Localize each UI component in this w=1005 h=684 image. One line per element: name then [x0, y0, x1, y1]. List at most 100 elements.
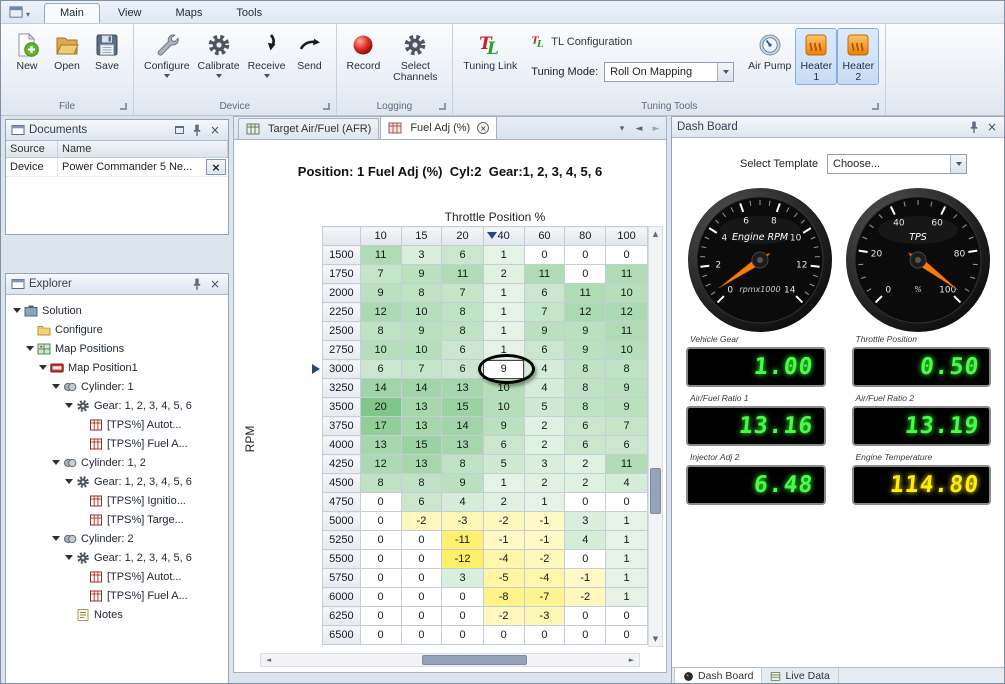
cell-3250-100[interactable]: 9: [606, 379, 648, 398]
cell-5000-80[interactable]: 3: [565, 512, 606, 531]
group-dialog-launcher-icon[interactable]: [323, 103, 330, 110]
row-header-2250[interactable]: 2250: [323, 303, 361, 322]
cell-1500-100[interactable]: 0: [606, 246, 648, 265]
cell-1750-15[interactable]: 9: [401, 265, 442, 284]
cell-5000-20[interactable]: -3: [442, 512, 483, 531]
cell-2000-100[interactable]: 10: [606, 284, 648, 303]
cell-6250-60[interactable]: -3: [524, 607, 565, 626]
cell-1500-80[interactable]: 0: [565, 246, 606, 265]
cell-1500-40[interactable]: 1: [483, 246, 524, 265]
cell-6500-15[interactable]: 0: [401, 626, 442, 645]
cell-5000-60[interactable]: -1: [524, 512, 565, 531]
row-header-4000[interactable]: 4000: [323, 436, 361, 455]
cell-4000-100[interactable]: 6: [606, 436, 648, 455]
cell-1750-40[interactable]: 2: [483, 265, 524, 284]
cell-6000-10[interactable]: 0: [360, 588, 401, 607]
tab-scroll-right-icon[interactable]: ►: [649, 122, 663, 136]
tree-item-map-position1[interactable]: Map Position1: [8, 358, 226, 377]
cell-6500-10[interactable]: 0: [360, 626, 401, 645]
cell-2000-15[interactable]: 8: [401, 284, 442, 303]
cell-5250-20[interactable]: -11: [442, 531, 483, 550]
cell-4750-10[interactable]: 0: [360, 493, 401, 512]
cell-1750-60[interactable]: 11: [524, 265, 565, 284]
cell-2500-20[interactable]: 8: [442, 322, 483, 341]
template-combo-dropdown-icon[interactable]: [950, 155, 966, 173]
heater-2-button[interactable]: Heater 2: [837, 28, 879, 85]
cell-4250-60[interactable]: 3: [524, 455, 565, 474]
cell-4000-20[interactable]: 13: [442, 436, 483, 455]
cell-4750-100[interactable]: 0: [606, 493, 648, 512]
cell-3250-20[interactable]: 13: [442, 379, 483, 398]
cell-3500-60[interactable]: 5: [524, 398, 565, 417]
horizontal-scroll-thumb[interactable]: [422, 655, 527, 665]
app-menu-caret-icon[interactable]: ▾: [26, 10, 30, 19]
cell-5750-100[interactable]: 1: [606, 569, 648, 588]
cell-2250-15[interactable]: 10: [401, 303, 442, 322]
cell-5250-10[interactable]: 0: [360, 531, 401, 550]
row-header-2500[interactable]: 2500: [323, 322, 361, 341]
group-dialog-launcher-icon[interactable]: [120, 103, 127, 110]
cell-2250-10[interactable]: 12: [360, 303, 401, 322]
dashboard-pin-icon[interactable]: [966, 120, 982, 135]
cell-4750-80[interactable]: 0: [565, 493, 606, 512]
tuning-mode-combo[interactable]: Roll On Mapping: [604, 62, 734, 82]
scroll-right-icon[interactable]: ►: [624, 654, 639, 666]
cell-3500-20[interactable]: 15: [442, 398, 483, 417]
cell-5500-80[interactable]: 0: [565, 550, 606, 569]
cell-2500-40[interactable]: 1: [483, 322, 524, 341]
cell-6000-80[interactable]: -2: [565, 588, 606, 607]
cell-2500-15[interactable]: 9: [401, 322, 442, 341]
app-tab-maps[interactable]: Maps: [160, 3, 219, 23]
documents-pin-icon[interactable]: [189, 123, 205, 138]
cell-6500-60[interactable]: 0: [524, 626, 565, 645]
cell-5750-15[interactable]: 0: [401, 569, 442, 588]
app-icon[interactable]: [9, 5, 24, 20]
cell-5500-40[interactable]: -4: [483, 550, 524, 569]
cell-5750-80[interactable]: -1: [565, 569, 606, 588]
column-header-20[interactable]: 20: [442, 227, 483, 246]
expander-expanded-icon[interactable]: [51, 382, 61, 392]
row-header-5500[interactable]: 5500: [323, 550, 361, 569]
cell-3250-40[interactable]: 10: [483, 379, 524, 398]
documents-close-icon[interactable]: ×: [207, 123, 223, 138]
tree-item-cylinder-2[interactable]: Cylinder: 2: [8, 529, 226, 548]
cell-3250-15[interactable]: 14: [401, 379, 442, 398]
tree-item-solution[interactable]: Solution: [8, 301, 226, 320]
cell-4000-10[interactable]: 13: [360, 436, 401, 455]
send-button[interactable]: Send: [290, 28, 330, 74]
cell-4250-10[interactable]: 12: [360, 455, 401, 474]
scroll-down-icon[interactable]: ▼: [649, 632, 662, 646]
cell-4250-20[interactable]: 8: [442, 455, 483, 474]
cell-2500-80[interactable]: 9: [565, 322, 606, 341]
calibrate-button[interactable]: Calibrate: [194, 28, 244, 80]
row-header-4250[interactable]: 4250: [323, 455, 361, 474]
expander-expanded-icon[interactable]: [64, 553, 74, 563]
cell-6500-80[interactable]: 0: [565, 626, 606, 645]
expander-expanded-icon[interactable]: [38, 363, 48, 373]
cell-3500-15[interactable]: 13: [401, 398, 442, 417]
cell-5000-15[interactable]: -2: [401, 512, 442, 531]
scroll-up-icon[interactable]: ▲: [649, 227, 662, 241]
tree-item-gear-1-2-3-4-5-6[interactable]: Gear: 1, 2, 3, 4, 5, 6: [8, 548, 226, 567]
row-header-5250[interactable]: 5250: [323, 531, 361, 550]
cell-2750-20[interactable]: 6: [442, 341, 483, 360]
tree-item-gear-1-2-3-4-5-6[interactable]: Gear: 1, 2, 3, 4, 5, 6: [8, 396, 226, 415]
select-channels-button[interactable]: Select Channels: [384, 28, 446, 85]
cell-6500-20[interactable]: 0: [442, 626, 483, 645]
expander-expanded-icon[interactable]: [51, 458, 61, 468]
explorer-pin-icon[interactable]: [189, 277, 205, 292]
cell-3000-15[interactable]: 7: [401, 360, 442, 379]
cell-1500-15[interactable]: 3: [401, 246, 442, 265]
group-dialog-launcher-icon[interactable]: [439, 103, 446, 110]
configure-button[interactable]: Configure: [140, 28, 194, 80]
tree-item-notes[interactable]: Notes: [8, 605, 226, 624]
row-header-4750[interactable]: 4750: [323, 493, 361, 512]
cell-2750-80[interactable]: 9: [565, 341, 606, 360]
cell-4500-60[interactable]: 2: [524, 474, 565, 493]
vertical-scroll-thumb[interactable]: [650, 468, 661, 514]
row-header-5000[interactable]: 5000: [323, 512, 361, 531]
vertical-scroll-track[interactable]: [649, 241, 662, 632]
cell-5500-15[interactable]: 0: [401, 550, 442, 569]
cell-4750-15[interactable]: 6: [401, 493, 442, 512]
cell-3000-60[interactable]: 4: [524, 360, 565, 379]
